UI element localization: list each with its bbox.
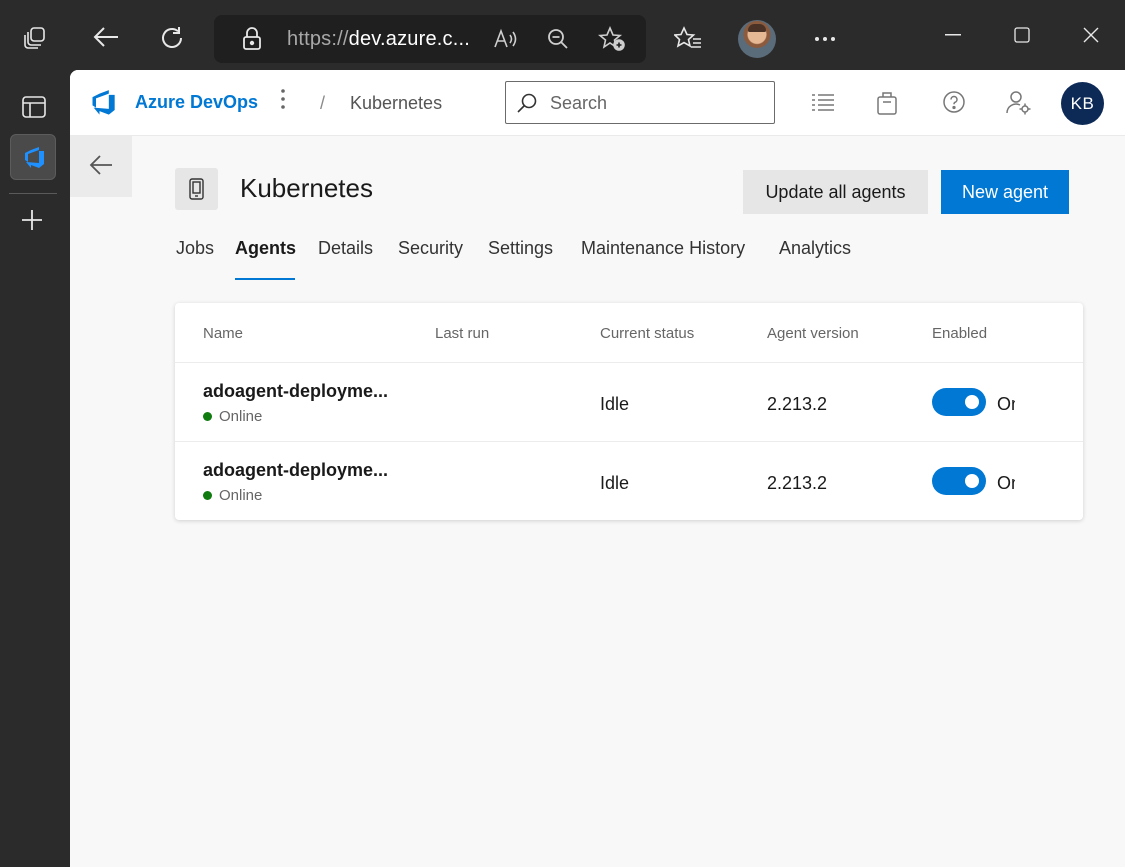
tab-agents[interactable]: Agents: [235, 238, 296, 259]
column-header-last-run[interactable]: Last run: [435, 325, 489, 342]
online-dot-icon: [203, 491, 212, 500]
browser-titlebar: https://dev.azure.c...: [0, 0, 1125, 70]
status-label: Online: [219, 408, 263, 425]
enabled-label: On: [997, 394, 1015, 414]
profile-avatar[interactable]: [738, 20, 776, 58]
agent-pool-icon: [175, 168, 218, 210]
tab-actions-icon[interactable]: [22, 96, 46, 118]
help-icon[interactable]: [942, 90, 966, 119]
enabled-label: On: [997, 473, 1015, 493]
user-settings-icon[interactable]: [1006, 90, 1032, 121]
add-favorite-icon[interactable]: [598, 26, 626, 52]
column-header-current-status[interactable]: Current status: [600, 325, 694, 342]
more-actions-icon[interactable]: [280, 88, 286, 119]
tab-maintenance-history[interactable]: Maintenance History: [581, 238, 745, 259]
favorites-icon[interactable]: [674, 26, 702, 50]
enabled-toggle[interactable]: [932, 467, 986, 495]
tab-separator: [9, 193, 57, 194]
brand-name[interactable]: Azure DevOps: [135, 92, 258, 113]
breadcrumb-current[interactable]: Kubernetes: [350, 93, 442, 114]
url-text[interactable]: https://dev.azure.c...: [287, 28, 477, 51]
page-content: Azure DevOps / Kubernetes Search KB Kube…: [70, 70, 1125, 867]
tab-details[interactable]: Details: [318, 238, 373, 259]
current-status-cell: Idle: [600, 473, 630, 493]
minimize-icon[interactable]: [945, 34, 961, 36]
refresh-icon[interactable]: [159, 25, 185, 51]
tab-settings[interactable]: Settings: [488, 238, 553, 259]
work-items-icon[interactable]: [811, 92, 835, 119]
agent-version-cell: 2.213.2: [767, 473, 828, 493]
column-header-enabled[interactable]: Enabled: [932, 325, 987, 342]
new-agent-button[interactable]: New agent: [941, 170, 1069, 214]
arrow-left-icon: [89, 155, 112, 175]
search-placeholder: Search: [550, 93, 608, 113]
update-all-agents-button[interactable]: Update all agents: [743, 170, 928, 214]
tab-jobs[interactable]: Jobs: [176, 238, 214, 259]
address-bar[interactable]: https://dev.azure.c...: [214, 15, 646, 63]
read-aloud-icon[interactable]: [493, 27, 519, 51]
breadcrumb-separator: /: [320, 93, 326, 113]
back-icon[interactable]: [92, 25, 120, 49]
zoom-out-icon[interactable]: [546, 27, 570, 51]
back-button[interactable]: [70, 136, 132, 197]
new-tab-icon[interactable]: [21, 209, 43, 231]
user-avatar[interactable]: KB: [1061, 82, 1104, 125]
workspaces-icon[interactable]: [22, 25, 48, 51]
marketplace-icon[interactable]: [876, 90, 898, 121]
tab-azure-devops[interactable]: [10, 134, 56, 180]
search-icon: [516, 92, 538, 119]
agent-online-status: Online: [203, 408, 262, 425]
devops-header: Azure DevOps / Kubernetes Search KB: [70, 70, 1125, 136]
agent-name[interactable]: adoagent-deployme...: [203, 381, 403, 402]
table-row[interactable]: adoagent-deployme... Online Idle 2.213.2…: [175, 362, 1083, 441]
agent-version-cell: 2.213.2: [767, 394, 828, 414]
enabled-toggle[interactable]: [932, 388, 986, 416]
search-input[interactable]: Search: [505, 81, 775, 124]
azure-devops-tab-icon: [22, 146, 46, 170]
tab-analytics[interactable]: Analytics: [779, 238, 851, 259]
azure-devops-logo-icon[interactable]: [88, 89, 118, 117]
tab-security[interactable]: Security: [398, 238, 463, 259]
active-tab-indicator: [235, 278, 295, 280]
status-label: Online: [219, 487, 263, 504]
lock-icon[interactable]: [242, 27, 262, 56]
table-row[interactable]: adoagent-deployme... Online Idle 2.213.2…: [175, 441, 1083, 520]
online-dot-icon: [203, 412, 212, 421]
more-options-icon[interactable]: [814, 36, 836, 42]
maximize-icon[interactable]: [1014, 27, 1030, 43]
vertical-tabs: [0, 70, 70, 867]
agent-online-status: Online: [203, 487, 262, 504]
agents-table: Name Last run Current status Agent versi…: [175, 303, 1083, 520]
agent-name[interactable]: adoagent-deployme...: [203, 460, 403, 481]
current-status-cell: Idle: [600, 394, 630, 414]
close-icon[interactable]: [1083, 27, 1099, 43]
column-header-name[interactable]: Name: [203, 325, 243, 342]
column-header-agent-version[interactable]: Agent version: [767, 325, 859, 342]
page-title: Kubernetes: [240, 173, 373, 203]
